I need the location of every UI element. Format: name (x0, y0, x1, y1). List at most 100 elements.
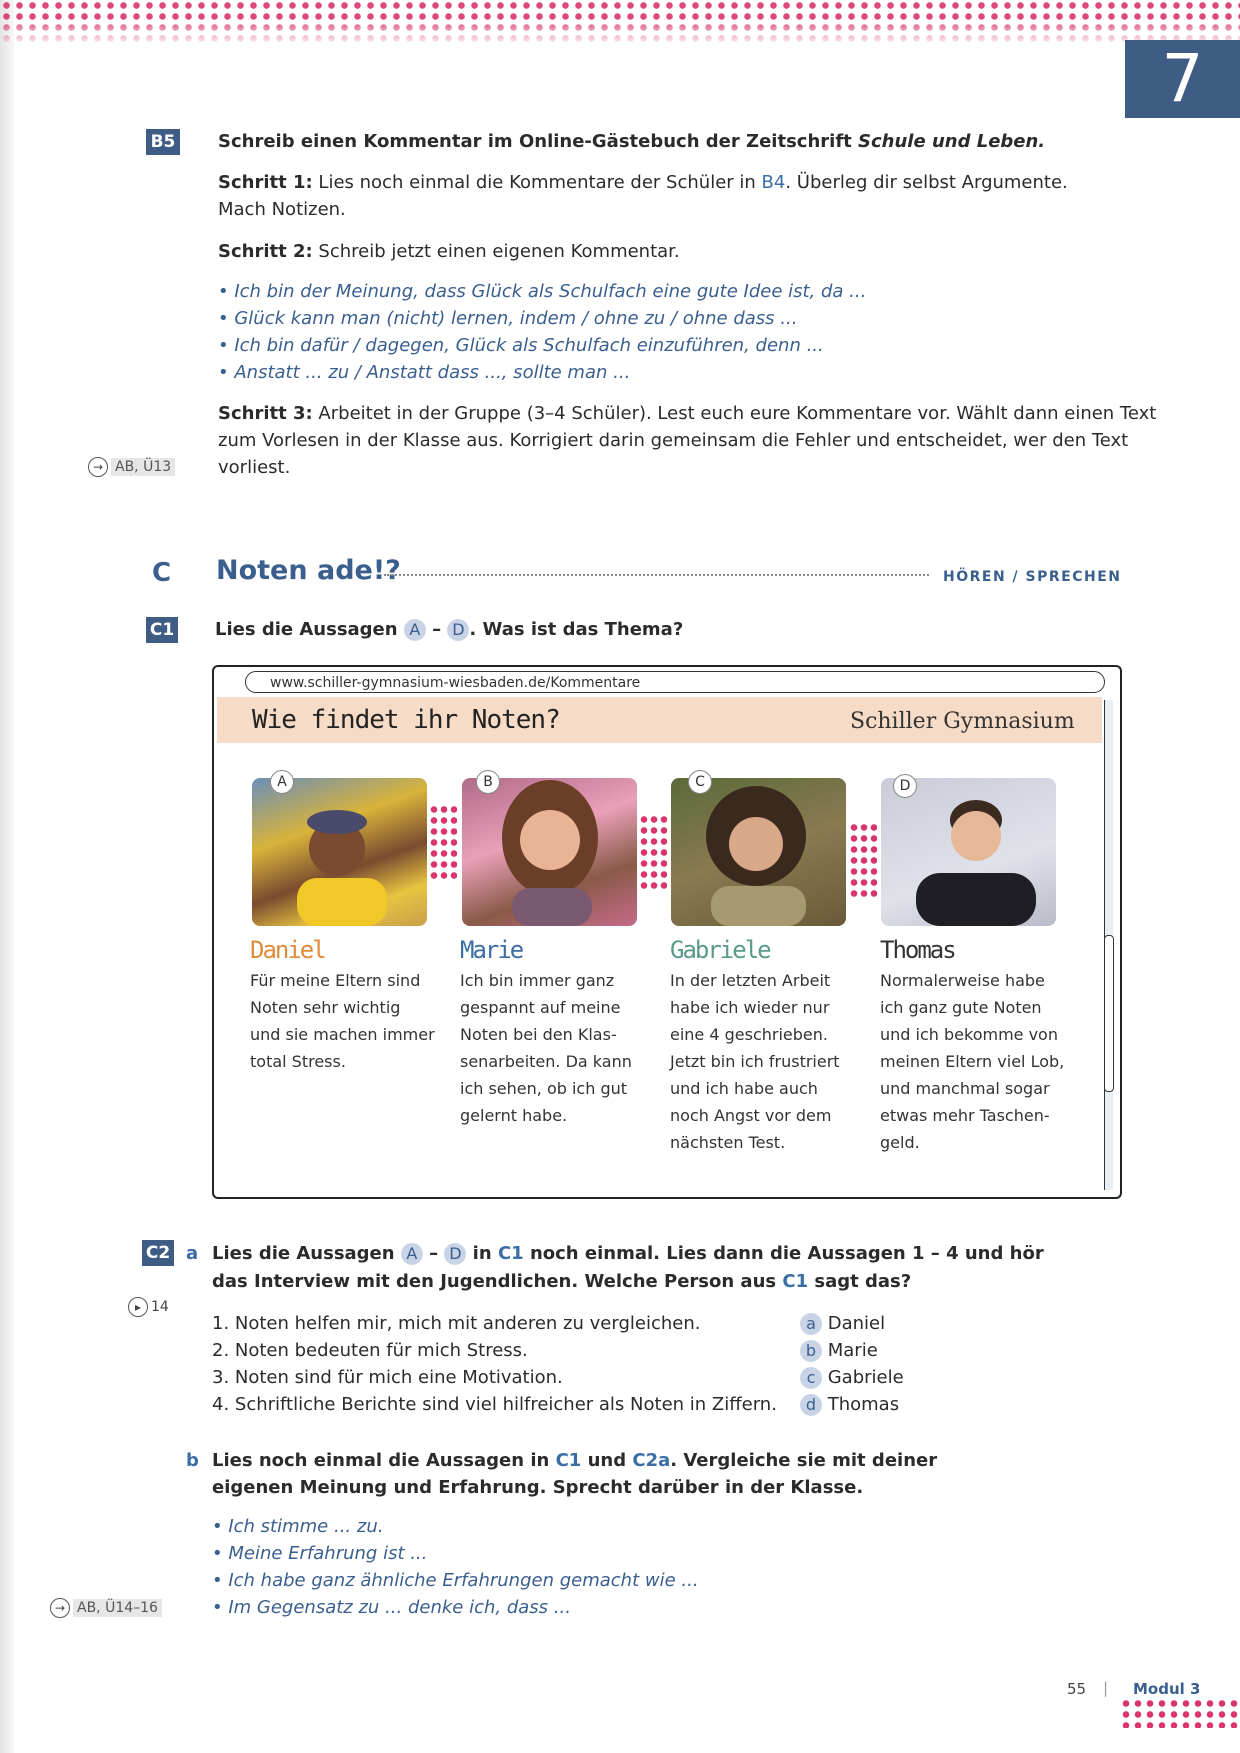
person-name: Daniel (250, 936, 327, 964)
option-item[interactable]: a Daniel (800, 1310, 885, 1337)
b5-instruction-text: Schreib einen Kommentar im Online-Gästeb… (218, 131, 859, 152)
statement-line: etwas mehr Taschen- (880, 1106, 1050, 1125)
book-spine-shadow (0, 0, 14, 1753)
section-letter: C (152, 558, 172, 588)
c2b-bullet: • Im Gegensatz zu ... denke ich, dass ..… (212, 1597, 571, 1618)
statement-item: 1. Noten helfen mir, mich mit anderen zu… (212, 1313, 701, 1334)
statement-daniel: Für meine Eltern sind Noten sehr wichtig… (250, 967, 435, 1075)
workbook-ref-c2[interactable]: → AB, Ü14–16 (50, 1597, 162, 1618)
b5-bullet: • Glück kann man (nicht) lernen, indem /… (218, 308, 798, 329)
step3-text: Arbeitet in der Gruppe (3–4 Schüler). Le… (312, 403, 1157, 424)
statement-line: und sie machen immer (250, 1025, 435, 1044)
footer-dot-pattern (1120, 1698, 1240, 1728)
c2a-text-5: sagt das? (808, 1271, 912, 1292)
ref-c1: C1 (497, 1243, 524, 1264)
photo-letter: A (270, 770, 294, 794)
dot-decoration (639, 814, 667, 890)
workbook-ref-b5[interactable]: → AB, Ü13 (88, 456, 176, 477)
option-item[interactable]: b Marie (800, 1337, 878, 1364)
letter-badge: D (447, 619, 470, 641)
statement-line: und ich habe auch (670, 1079, 818, 1098)
url-bar[interactable]: www.schiller-gymnasium-wiesbaden.de/Komm… (245, 671, 1105, 693)
step2-text: Schreib jetzt einen eigenen Kommentar. (312, 241, 680, 262)
statement-item: 2. Noten bedeuten für mich Stress. (212, 1340, 528, 1361)
step3-label: Schritt 3: (218, 403, 313, 424)
b5-bullet: • Ich bin dafür / dagegen, Glück als Sch… (218, 335, 824, 356)
play-icon: ▸ (128, 1297, 148, 1317)
option-key: b (800, 1340, 822, 1362)
b5-bullet: • Anstatt ... zu / Anstatt dass ..., sol… (218, 362, 631, 383)
statement-line: meinen Eltern viel Lob, (880, 1052, 1065, 1071)
bullet-text: Meine Erfahrung ist ... (228, 1543, 428, 1564)
statement-line: total Stress. (250, 1052, 346, 1071)
dot-decoration (429, 804, 457, 880)
ref-c1: C1 (782, 1271, 809, 1292)
step1-text-2: . Überleg dir selbst Argumente. (785, 172, 1068, 193)
chapter-number: 7 (1125, 40, 1240, 118)
c2a-text-2: in (466, 1243, 498, 1264)
c2-part-b-label: b (186, 1450, 199, 1471)
dotted-leader (384, 568, 929, 576)
footer-separator: | (1103, 1679, 1109, 1697)
c2a-instruction: Lies die Aussagen A – D in C1 noch einma… (212, 1240, 1044, 1267)
c2a-instruction-line2: das Interview mit den Jugendlichen. Welc… (212, 1268, 911, 1295)
module-label: Modul 3 (1133, 1680, 1201, 1698)
bullet-text: Ich bin der Meinung, dass Glück als Schu… (234, 281, 867, 302)
statement-line: noch Angst vor dem (670, 1106, 832, 1125)
ref-c2a: C2a (632, 1450, 671, 1471)
option-name: Thomas (827, 1394, 900, 1415)
b5-step1: Schritt 1: Lies noch einmal die Kommenta… (218, 169, 1068, 196)
statement-line: In der letzten Arbeit (670, 971, 831, 990)
statement-line: und manchmal sogar (880, 1079, 1050, 1098)
bullet-text: Im Gegensatz zu ... denke ich, dass ... (228, 1597, 571, 1618)
option-name: Daniel (827, 1313, 886, 1334)
b5-instruction: Schreib einen Kommentar im Online-Gästeb… (218, 128, 1045, 155)
statement-line: gespannt auf meine (460, 998, 621, 1017)
bullet-text: Ich stimme ... zu. (228, 1516, 384, 1537)
statement-line: und ich bekomme von (880, 1025, 1058, 1044)
step1-text: Lies noch einmal die Kommentare der Schü… (312, 172, 762, 193)
statement-gabriele: In der letzten Arbeit habe ich wieder nu… (670, 967, 855, 1156)
statement-line: ich ganz gute Noten (880, 998, 1042, 1017)
tag-c2: C2 (142, 1240, 174, 1266)
statement-line: Für meine Eltern sind (250, 971, 421, 990)
c2a-text-3: noch einmal. Lies dann die Aussagen 1 – … (523, 1243, 1044, 1264)
letter-badge: A (400, 1243, 423, 1265)
option-item[interactable]: d Thomas (800, 1391, 899, 1418)
school-name: Schiller Gymnasium (850, 709, 1075, 734)
letter-badge: D (444, 1243, 467, 1265)
step1-label: Schritt 1: (218, 172, 313, 193)
statement-item: 4. Schriftliche Berichte sind viel hilfr… (212, 1394, 777, 1415)
dot-decoration (849, 822, 877, 898)
photo-letter: D (893, 774, 917, 798)
b5-step2: Schritt 2: Schreib jetzt einen eigenen K… (218, 238, 680, 265)
c2b-and: und (581, 1450, 633, 1471)
audio-track[interactable]: ▸ 14 (128, 1297, 169, 1317)
statement-line: ich sehen, ob ich gut (460, 1079, 628, 1098)
statement-line: Normalerweise habe (880, 971, 1045, 990)
ref-b4: B4 (761, 172, 786, 193)
step3-text-3: vorliest. (218, 457, 291, 478)
arrow-right-icon: → (88, 456, 108, 477)
section-skills: HÖREN / SPRECHEN (943, 569, 1122, 585)
scrollbar-thumb[interactable] (1104, 935, 1114, 1092)
portrait-icon (297, 810, 387, 926)
bullet-text: Ich bin dafür / dagegen, Glück als Schul… (234, 335, 824, 356)
c2a-dash: – (422, 1243, 445, 1264)
workbook-ref-text: AB, Ü14–16 (73, 1599, 162, 1617)
option-item[interactable]: c Gabriele (800, 1364, 904, 1391)
statement-marie: Ich bin immer ganz gespannt auf meine No… (460, 967, 645, 1129)
statement-thomas: Normalerweise habe ich ganz gute Noten u… (880, 967, 1065, 1156)
person-name: Gabriele (670, 936, 772, 964)
c2-part-a-label: a (186, 1243, 199, 1264)
audio-track-number: 14 (151, 1299, 169, 1315)
c2b-bullet: • Ich habe ganz ähnliche Erfahrungen gem… (212, 1570, 699, 1591)
photo-letter: C (688, 770, 712, 794)
statement-line: nächsten Test. (670, 1133, 786, 1152)
arrow-right-icon: → (50, 1597, 70, 1618)
person-name: Marie (460, 936, 524, 964)
bullet-text: Ich habe ganz ähnliche Erfahrungen gemac… (228, 1570, 699, 1591)
bullet-text: Anstatt ... zu / Anstatt dass ..., sollt… (234, 362, 631, 383)
photo-thomas (881, 778, 1056, 926)
top-dot-pattern (0, 0, 1240, 46)
